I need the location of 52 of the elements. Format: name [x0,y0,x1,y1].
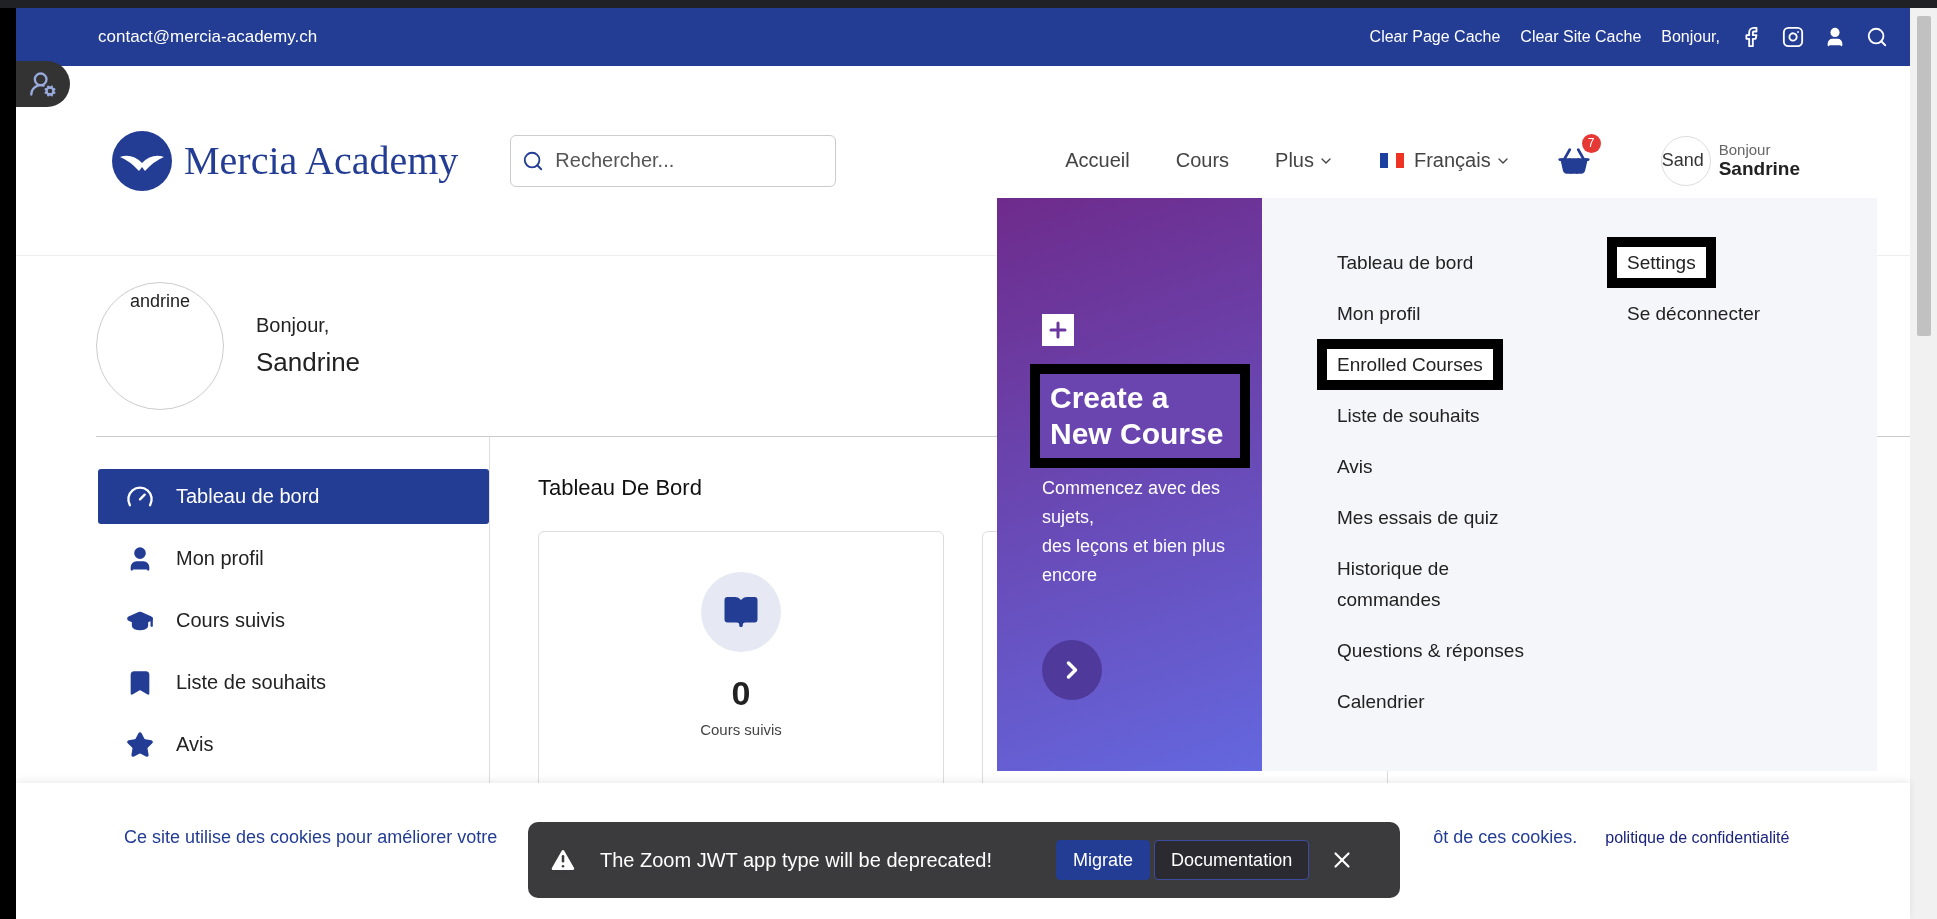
star-icon [126,730,154,759]
privacy-link[interactable]: politique de confidentialité [1605,829,1790,847]
nav-link[interactable]: Plus [1275,149,1334,172]
sidebar-item[interactable]: Cours suivis [98,593,489,648]
menu-item[interactable]: Se déconnecter [1607,288,1781,339]
scrollbar[interactable] [1910,8,1937,919]
search-field[interactable]: Rechercher... [510,134,837,187]
stat-label: Cours suivis [700,721,782,738]
nav-link[interactable]: Accueil [1065,149,1130,172]
promo-text: Commencez avec des sujets, des leçons et bien plus encore [1042,477,1227,587]
top-link[interactable]: Clear Page Cache [1369,28,1501,46]
toast-message: The Zoom JWT app type will be deprecated! [600,848,993,872]
menu-item[interactable]: Historique de commandes [1317,543,1567,625]
menu-item[interactable]: Avis [1317,441,1393,492]
flag-icon [1380,153,1404,168]
logo-text[interactable]: Mercia Academy [184,137,459,184]
stat-value: 0 [731,674,751,713]
menu-item[interactable]: Mes essais de quiz [1317,492,1519,543]
user-name[interactable]: Sandrine [1718,158,1800,180]
promo-title[interactable]: Create a New Course [1030,364,1250,468]
cart-count: 7 [1581,133,1601,153]
search-icon[interactable] [1866,26,1888,48]
section-title: Tableau De Bord [538,475,702,501]
toast-button[interactable]: Migrate [1056,840,1151,880]
sidebar-item[interactable]: Liste de souhaits [98,655,489,710]
search-icon [522,149,545,172]
sidebar-item[interactable]: Tableau de bord [98,469,489,524]
contact-email: contact@mercia-academy.ch [98,27,318,47]
sidebar-item[interactable]: Mon profil [98,531,489,586]
plus-icon[interactable] [1042,314,1074,346]
greeting: Bonjour [1718,141,1772,158]
menu-item[interactable]: Questions & réponses [1317,625,1544,676]
menu-item[interactable]: Settings [1607,237,1716,288]
menu-item[interactable]: Tableau de bord [1317,237,1494,288]
toast-button[interactable]: Documentation [1154,840,1310,880]
user-name: Sandrine [256,347,361,378]
sidebar-item[interactable]: Avis [98,717,489,772]
logo-icon [112,130,172,191]
menu-item[interactable]: Liste de souhaits [1317,390,1500,441]
cookie-text: ôt de ces cookies. [1433,827,1578,848]
top-link[interactable]: Clear Site Cache [1520,28,1642,46]
menu-item[interactable]: Enrolled Courses [1317,339,1503,390]
greeting: Bonjour, [256,314,331,337]
instagram-icon[interactable] [1782,26,1804,48]
menu-item[interactable]: Mon profil [1317,288,1441,339]
top-link[interactable]: Bonjour, [1661,28,1720,46]
menu-item[interactable]: Calendrier [1317,676,1445,727]
nav-link[interactable]: Cours [1175,149,1230,172]
next-button[interactable] [1042,640,1102,700]
cookie-text: Ce site utilise des cookies pour améliorer votre [124,827,498,848]
accessibility-icon[interactable] [16,61,70,107]
language-selector[interactable]: Français [1380,149,1511,172]
